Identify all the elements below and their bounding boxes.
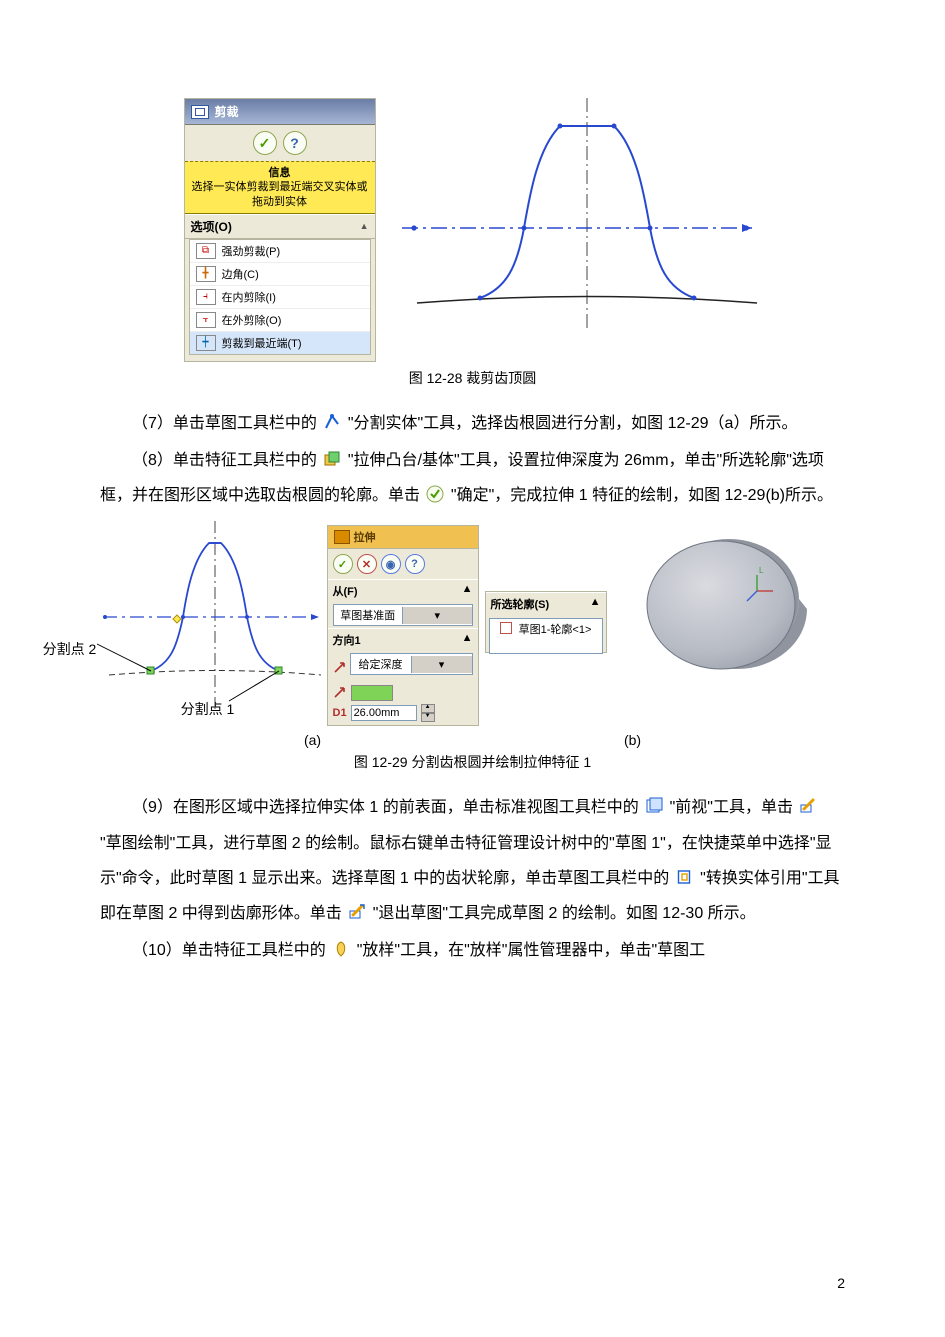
- trim-option-icon: ┿: [196, 335, 216, 351]
- trim-option[interactable]: ╋ 边角(C): [190, 263, 370, 286]
- trim-icon: [191, 105, 209, 119]
- help-button[interactable]: ?: [405, 554, 425, 574]
- trim-option-icon: ╋: [196, 266, 216, 282]
- step-7-text-a: （7）单击草图工具栏中的: [132, 415, 317, 432]
- depth-preview-row: [333, 685, 473, 701]
- depth-spinner[interactable]: ▲▼: [421, 704, 435, 722]
- trim-option-icon: ⫟: [196, 312, 216, 328]
- step-9-text-e: "退出草图"工具完成草图 2 的绘制。如图 12-30 所示。: [373, 905, 756, 922]
- collapse-icon: ▲: [590, 596, 601, 612]
- from-dropdown[interactable]: 草图基准面 ▾: [333, 604, 473, 626]
- figure-12-29-sublabels: (a) (b): [153, 732, 793, 748]
- figure-12-28: 剪裁 ✓ ? 信息 选择一实体剪裁到最近端交叉实体或拖动到实体 选项(O) ▲ …: [100, 98, 845, 362]
- panel-action-row: ✓ ✕ ◉ ?: [328, 549, 478, 579]
- split-entity-icon: [323, 413, 341, 431]
- step-8-text-a: （8）单击特征工具栏中的: [132, 452, 317, 469]
- collapse-icon: ▲: [462, 583, 473, 599]
- front-view-icon: [645, 797, 663, 815]
- from-header-label: 从(F): [333, 583, 358, 599]
- split-point-2-label: 分割点 2: [35, 639, 105, 659]
- trim-option[interactable]: ┿ 剪裁到最近端(T): [190, 332, 370, 354]
- step-7-text-b: "分割实体"工具，选择齿根圆进行分割，如图 12-29（a）所示。: [348, 415, 798, 432]
- page-number: 2: [837, 1275, 845, 1291]
- trim-option-icon: ⫞: [196, 289, 216, 305]
- info-header: 信息: [191, 166, 369, 180]
- step-10-text-b: "放样"工具，在"放样"属性管理器中，单击"草图工: [357, 942, 705, 959]
- confirm-icon: [426, 485, 444, 503]
- reverse-direction-icon[interactable]: [332, 660, 348, 676]
- step-9: （9）在图形区域中选择拉伸实体 1 的前表面，单击标准视图工具栏中的 "前视"工…: [100, 790, 845, 931]
- options-header-label: 选项(O): [191, 218, 232, 235]
- direction-arrow-icon[interactable]: [333, 686, 347, 700]
- selected-contours-list[interactable]: 草图1-轮廓<1>: [489, 618, 603, 654]
- contour-item: 草图1-轮廓<1>: [519, 624, 592, 636]
- contour-icon: [500, 622, 512, 634]
- depth-input-row: D1 ▲▼: [333, 704, 473, 722]
- selected-contours-label: 所选轮廓(S): [491, 596, 550, 612]
- sketch-icon: [799, 797, 817, 815]
- extrude-panel-title: 拉伸: [328, 526, 478, 549]
- trim-option-label: 强劲剪裁(P): [222, 243, 281, 259]
- trim-option-label: 在内剪除(I): [222, 289, 276, 305]
- from-header[interactable]: 从(F) ▲: [328, 579, 478, 602]
- reverse-dir-row: [328, 641, 478, 663]
- extrude-panel-title-text: 拉伸: [354, 529, 376, 545]
- figure-12-29: 分割点 2 分割点 1: [10, 521, 845, 726]
- extrude-property-panel: 拉伸 ✓ ✕ ◉ ? 从(F) ▲ 草图基准面 ▾ 方向1 ▲ 给定深度: [327, 525, 479, 726]
- options-header[interactable]: 选项(O) ▲: [185, 214, 375, 239]
- depth-label: D1: [333, 707, 347, 719]
- loft-icon: [332, 940, 350, 958]
- collapse-icon: ▲: [360, 221, 369, 231]
- info-text: 选择一实体剪裁到最近端交叉实体或拖动到实体: [192, 181, 368, 207]
- trim-option[interactable]: ⧉ 强劲剪裁(P): [190, 240, 370, 263]
- svg-text:L: L: [759, 566, 764, 575]
- panel-title-text: 剪裁: [215, 103, 239, 120]
- tooth-sketch: [402, 98, 762, 328]
- split-point-2-text: 分割点 2: [43, 641, 97, 657]
- trim-option-icon: ⧉: [196, 243, 216, 259]
- step-10: （10）单击特征工具栏中的 "放样"工具，在"放样"属性管理器中，单击"草图工: [100, 933, 845, 968]
- from-value: 草图基准面: [334, 605, 403, 625]
- options-list: ⧉ 强劲剪裁(P) ╋ 边角(C) ⫞ 在内剪除(I) ⫟ 在外剪除(O) ┿: [189, 239, 371, 355]
- split-sketch: [97, 521, 327, 711]
- ok-help-row: ✓ ?: [185, 125, 375, 161]
- panel-title: 剪裁: [185, 99, 375, 125]
- ok-button[interactable]: ✓: [333, 554, 353, 574]
- trim-option[interactable]: ⫞ 在内剪除(I): [190, 286, 370, 309]
- ok-button[interactable]: ✓: [253, 131, 277, 155]
- trim-option[interactable]: ⫟ 在外剪除(O): [190, 309, 370, 332]
- step-7: （7）单击草图工具栏中的 "分割实体"工具，选择齿根圆进行分割，如图 12-29…: [100, 406, 845, 441]
- step-9-text-a: （9）在图形区域中选择拉伸实体 1 的前表面，单击标准视图工具栏中的: [132, 799, 639, 816]
- step-9-text-b: "前视"工具，单击: [670, 799, 793, 816]
- trim-option-label: 边角(C): [222, 266, 259, 282]
- step-10-text-a: （10）单击特征工具栏中的: [132, 942, 326, 959]
- step-8-text-c: "确定"，完成拉伸 1 特征的绘制，如图 12-29(b)所示。: [451, 487, 833, 504]
- sublabel-a: (a): [304, 732, 321, 748]
- cancel-button[interactable]: ✕: [357, 554, 377, 574]
- depth-preview-bar: [351, 685, 393, 701]
- extrude-title-icon: [334, 530, 350, 544]
- extruded-cylinder: L: [609, 521, 819, 691]
- trim-option-label: 在外剪除(O): [222, 312, 282, 328]
- convert-entities-icon: [676, 868, 694, 886]
- selected-contours-panel: 所选轮廓(S) ▲ 草图1-轮廓<1>: [485, 591, 607, 653]
- trim-option-label: 剪裁到最近端(T): [222, 335, 302, 351]
- dropdown-caret-icon: ▾: [402, 607, 472, 624]
- trim-property-panel: 剪裁 ✓ ? 信息 选择一实体剪裁到最近端交叉实体或拖动到实体 选项(O) ▲ …: [184, 98, 376, 362]
- selected-contours-header[interactable]: 所选轮廓(S) ▲: [486, 592, 606, 615]
- exit-sketch-icon: [348, 903, 366, 921]
- figure-12-29-caption: 图 12-29 分割齿根圆并绘制拉伸特征 1: [100, 752, 845, 772]
- figure-12-28-caption: 图 12-28 裁剪齿顶圆: [100, 368, 845, 388]
- extrude-boss-icon: [323, 450, 341, 468]
- help-button[interactable]: ?: [283, 131, 307, 155]
- step-8: （8）单击特征工具栏中的 "拉伸凸台/基体"工具，设置拉伸深度为 26mm，单击…: [100, 443, 845, 513]
- preview-button[interactable]: ◉: [381, 554, 401, 574]
- depth-input[interactable]: [351, 705, 417, 721]
- info-box: 信息 选择一实体剪裁到最近端交叉实体或拖动到实体: [185, 161, 375, 214]
- sublabel-b: (b): [624, 732, 641, 748]
